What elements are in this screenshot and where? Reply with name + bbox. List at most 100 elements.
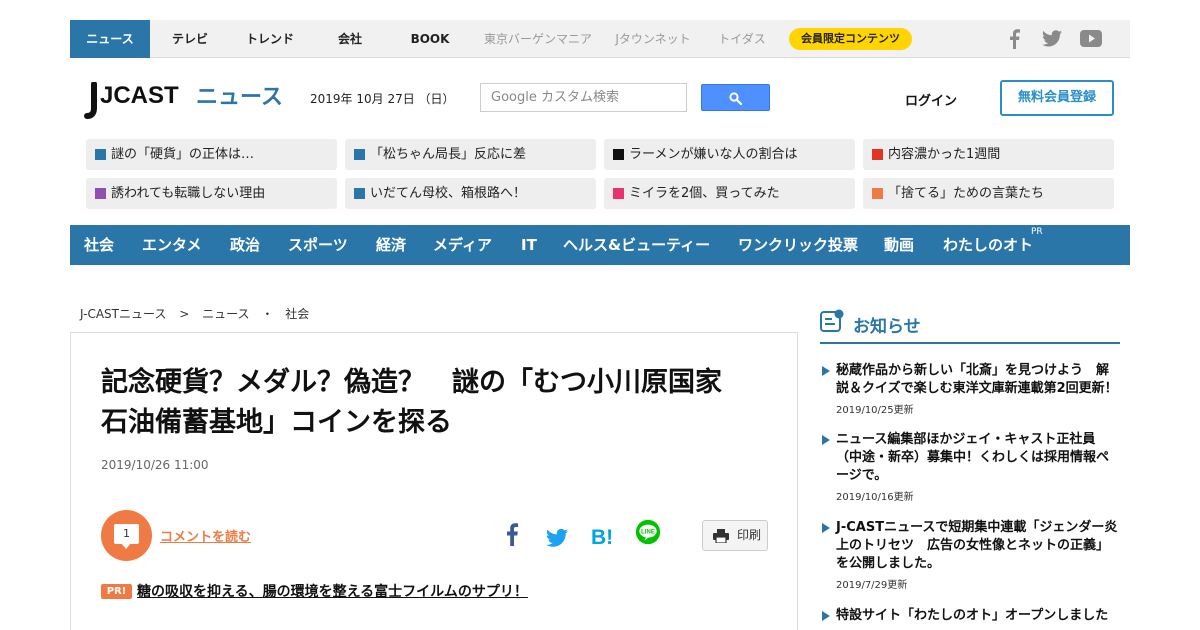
- printer-icon: [713, 529, 729, 543]
- comment-count: 1: [114, 524, 139, 544]
- trending-chip[interactable]: ラーメンが嫌いな人の割合は: [604, 139, 855, 170]
- chip-label: 内容濃かった1週間: [888, 147, 1001, 162]
- notice-arrow-icon: [822, 611, 830, 621]
- notice-date: 2019/10/16更新: [836, 492, 914, 503]
- notice-line: （中途・新卒）募集中！くわしくは採用情報ペ: [836, 450, 1110, 465]
- notice-date: 2019/7/29更新: [836, 580, 908, 591]
- pr-badge: PR!: [101, 584, 132, 599]
- notice-text: ニュース編集部ほかジェイ・キャスト正社員 （中途・新卒）募集中！くわしくは採用情…: [836, 431, 1120, 485]
- breadcrumb: J-CASTニュース > ニュース ・ 社会: [80, 305, 309, 322]
- notice-line: J-CASTニュースで短期集中連載「ジェンダー炎: [836, 520, 1118, 535]
- pr-ad-link[interactable]: 糖の吸収を抑える、腸の環境を整える富士フイルムのサプリ！: [137, 581, 528, 601]
- article-title-line: 記念硬貨？メダル？偽造？ 謎の「むつ小川原国家: [101, 367, 722, 398]
- category-entame[interactable]: エンタメ: [142, 225, 202, 265]
- chip-marker: [95, 149, 106, 160]
- top-nav-toidas[interactable]: トイダス: [708, 20, 776, 58]
- top-nav-jtown[interactable]: Jタウンネット: [608, 20, 698, 58]
- trending-chip[interactable]: 内容濃かった1週間: [863, 139, 1114, 170]
- comment-bubble-tail: [121, 543, 131, 549]
- notice-item[interactable]: ニュース編集部ほかジェイ・キャスト正社員 （中途・新卒）募集中！くわしくは採用情…: [820, 431, 1120, 503]
- trending-chip[interactable]: 「松ちゃん局長」反応に差: [345, 139, 596, 170]
- chip-marker: [872, 149, 883, 160]
- logo-text: JCAST: [100, 82, 179, 109]
- trending-chip[interactable]: 謎の「硬貨」の正体は…: [86, 139, 337, 170]
- chip-marker: [872, 188, 883, 199]
- register-button[interactable]: 無料会員登録: [1000, 80, 1114, 116]
- twitter-share-icon[interactable]: [546, 525, 568, 551]
- notice-date: 2019/10/25更新: [836, 405, 914, 416]
- top-nav-tv[interactable]: テレビ: [156, 20, 224, 58]
- notice-arrow-icon: [822, 435, 830, 445]
- category-video[interactable]: 動画: [884, 225, 914, 265]
- search-input[interactable]: Google カスタム検索: [480, 83, 687, 112]
- breadcrumb-society[interactable]: 社会: [285, 305, 309, 322]
- chip-label: 謎の「硬貨」の正体は…: [111, 147, 255, 162]
- category-watashi-no-oto[interactable]: わたしのオト: [943, 225, 1033, 265]
- logo-sub-text: ニュース: [196, 85, 283, 110]
- article-title: 記念硬貨？メダル？偽造？ 謎の「むつ小川原国家 石油備蓄基地」コインを探る: [101, 363, 771, 443]
- article-card: 記念硬貨？メダル？偽造？ 謎の「むつ小川原国家 石油備蓄基地」コインを探る 20…: [70, 332, 798, 630]
- print-button[interactable]: 印刷: [702, 520, 768, 551]
- top-nav-book[interactable]: BOOK: [396, 20, 464, 58]
- notice-line: 秘蔵作品から新しい「北斎」を見つけよう 解: [836, 363, 1110, 378]
- category-politics[interactable]: 政治: [230, 225, 260, 265]
- chip-marker: [613, 149, 624, 160]
- notice-icon: [820, 309, 844, 332]
- facebook-share-icon[interactable]: [505, 521, 519, 547]
- trending-chip[interactable]: 「捨てる」ための言葉たち: [863, 178, 1114, 209]
- top-nav-company[interactable]: 会社: [316, 20, 384, 58]
- notice-item[interactable]: J-CASTニュースで短期集中連載「ジェンダー炎 上のトリセツ 広告の女性像とネ…: [820, 519, 1120, 591]
- chip-label: 「捨てる」ための言葉たち: [888, 186, 1045, 201]
- category-pr-label: PR: [1031, 227, 1043, 237]
- notice-item[interactable]: 特設サイト「わたしのオト」オープンしました: [820, 607, 1120, 629]
- category-vote[interactable]: ワンクリック投票: [738, 225, 858, 265]
- search-button[interactable]: [701, 84, 770, 111]
- hatena-bookmark-icon[interactable]: B!: [591, 523, 613, 549]
- chip-label: 誘われても転職しない理由: [111, 186, 266, 201]
- chip-label: 「松ちゃん局長」反応に差: [370, 147, 527, 162]
- category-health-beauty[interactable]: ヘルス&ビューティー: [563, 225, 710, 265]
- search-icon: [729, 92, 742, 105]
- comment-link[interactable]: コメントを読む: [160, 526, 251, 545]
- notice-item[interactable]: 秘蔵作品から新しい「北斎」を見つけよう 解 説＆クイズで楽しむ東洋文庫新連載第2…: [820, 362, 1120, 416]
- print-label: 印刷: [737, 528, 762, 542]
- chip-label: ミイラを2個、買ってみた: [629, 186, 780, 201]
- category-sports[interactable]: スポーツ: [288, 225, 348, 265]
- twitter-icon[interactable]: [1042, 30, 1062, 47]
- youtube-icon[interactable]: [1080, 30, 1102, 47]
- category-society[interactable]: 社会: [84, 225, 114, 265]
- top-nav: ニュース テレビ トレンド 会社 BOOK 東京バーゲンマニア Jタウンネット …: [70, 20, 1130, 58]
- category-nav: 社会 エンタメ 政治 スポーツ 経済 メディア IT ヘルス&ビューティー ワン…: [70, 225, 1130, 265]
- svg-text:B!: B!: [591, 526, 613, 549]
- article-date: 2019/10/26 11:00: [101, 458, 209, 472]
- site-logo[interactable]: JCAST ニュース: [84, 82, 284, 120]
- chip-marker: [354, 149, 365, 160]
- comment-button[interactable]: 1: [101, 510, 152, 561]
- trending-chip[interactable]: 誘われても転職しない理由: [86, 178, 337, 209]
- chip-marker: [613, 188, 624, 199]
- category-it[interactable]: IT: [521, 225, 537, 265]
- breadcrumb-separator: ・: [261, 307, 274, 321]
- chip-marker: [354, 188, 365, 199]
- trending-chip[interactable]: ミイラを2個、買ってみた: [604, 178, 855, 209]
- top-nav-bargain[interactable]: 東京バーゲンマニア: [476, 20, 600, 58]
- member-content-button[interactable]: 会員限定コンテンツ: [789, 28, 912, 50]
- chip-label: ラーメンが嫌いな人の割合は: [629, 147, 798, 162]
- article-title-line: 石油備蓄基地」コインを探る: [101, 407, 452, 438]
- line-share-icon[interactable]: LINE: [633, 519, 663, 545]
- notice-arrow-icon: [822, 366, 830, 376]
- chip-marker: [95, 188, 106, 199]
- login-link[interactable]: ログイン: [905, 90, 957, 109]
- notice-line: 上のトリセツ 広告の女性像とネットの正義」: [836, 538, 1110, 553]
- top-nav-news[interactable]: ニュース: [70, 20, 150, 58]
- trending-chip[interactable]: いだてん母校、箱根路へ！: [345, 178, 596, 209]
- notice-arrow-icon: [822, 523, 830, 533]
- facebook-icon[interactable]: [1007, 29, 1021, 49]
- notice-text: 秘蔵作品から新しい「北斎」を見つけよう 解 説＆クイズで楽しむ東洋文庫新連載第2…: [836, 362, 1120, 398]
- category-media[interactable]: メディア: [433, 225, 492, 265]
- notice-heading: お知らせ: [853, 317, 921, 337]
- breadcrumb-news[interactable]: ニュース: [202, 305, 249, 322]
- category-economy[interactable]: 経済: [376, 225, 406, 265]
- top-nav-trend[interactable]: トレンド: [236, 20, 304, 58]
- breadcrumb-home[interactable]: J-CASTニュース: [80, 305, 166, 322]
